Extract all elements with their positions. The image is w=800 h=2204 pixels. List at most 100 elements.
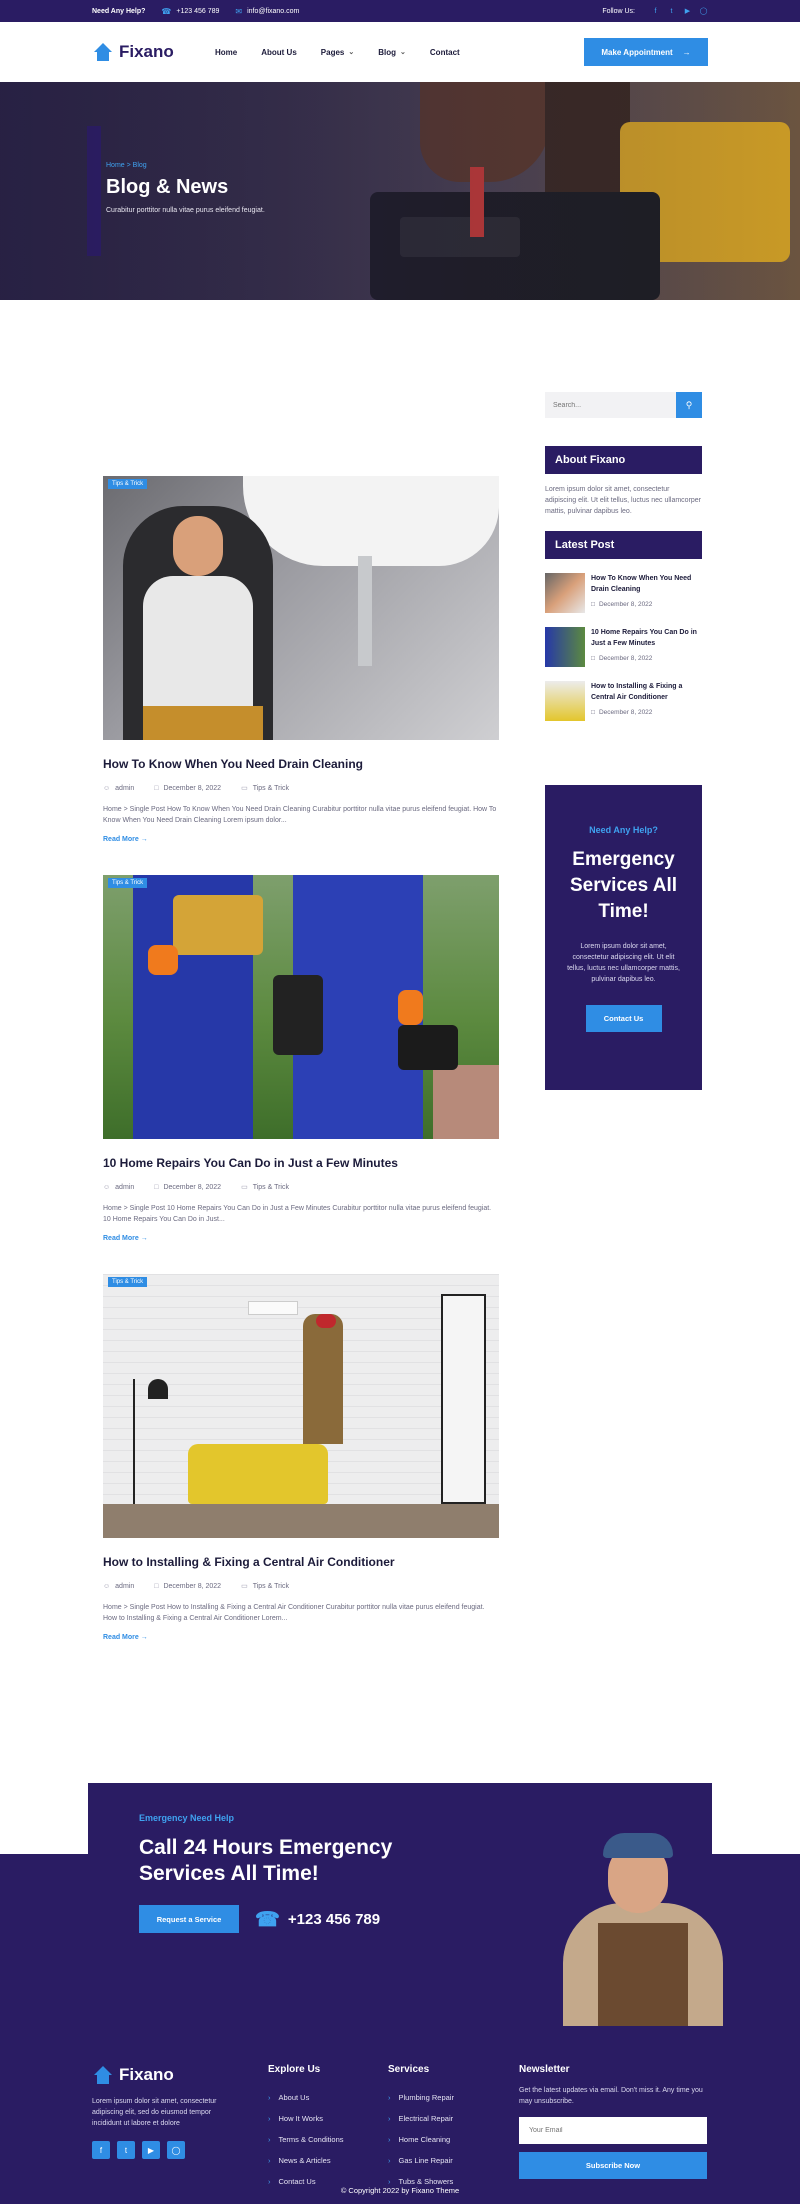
latest-post-item[interactable]: How To Know When You Need Drain Cleaning… — [545, 573, 702, 613]
topbar-email[interactable]: ✉ info@fixano.com — [235, 7, 299, 16]
nav-contact[interactable]: Contact — [430, 48, 460, 57]
post-excerpt: Home > Single Post How To Know When You … — [103, 806, 497, 824]
footer-link[interactable]: › How It Works — [268, 2114, 344, 2123]
read-more-link[interactable]: Read More → — [103, 1634, 499, 1641]
footer-link[interactable]: › Electrical Repair — [388, 2114, 454, 2123]
hero-banner: Home > Blog Blog & News Curabitur portti… — [0, 82, 800, 300]
post-image[interactable]: Tips & Trick — [103, 1274, 499, 1538]
footer-newsletter: Newsletter Get the latest updates via em… — [519, 2064, 709, 2179]
nav-pages[interactable]: Pages ⌄ — [321, 48, 354, 57]
latest-post-date-text: December 8, 2022 — [598, 601, 653, 608]
youtube-icon[interactable]: ▶ — [142, 2141, 160, 2159]
post-tag[interactable]: Tips & Trick — [108, 479, 148, 489]
youtube-icon[interactable]: ▶ — [683, 7, 692, 16]
facebook-icon[interactable]: f — [651, 7, 660, 16]
instagram-icon[interactable]: ◯ — [699, 7, 708, 16]
post-tag[interactable]: Tips & Trick — [108, 1277, 148, 1287]
search-button[interactable]: ⚲ — [676, 392, 702, 418]
twitter-icon[interactable]: t — [667, 7, 676, 16]
request-service-button[interactable]: Request a Service — [139, 1905, 239, 1933]
latest-post-item[interactable]: 10 Home Repairs You Can Do in Just a Few… — [545, 627, 702, 667]
logo-text: Fixano — [119, 42, 174, 61]
latest-post-item[interactable]: How to Installing & Fixing a Central Air… — [545, 681, 702, 721]
footer-link-label: Home Cleaning — [398, 2135, 451, 2144]
subscribe-button[interactable]: Subscribe Now — [519, 2152, 707, 2179]
facebook-icon[interactable]: f — [92, 2141, 110, 2159]
post-title[interactable]: How to Installing & Fixing a Central Air… — [103, 1555, 499, 1569]
post-category[interactable]: ▭ Tips & Trick — [241, 784, 289, 793]
phone-icon: ☎ — [255, 1908, 280, 1931]
about-widget: About Fixano Lorem ipsum dolor sit amet,… — [545, 446, 702, 517]
footer-link[interactable]: › Contact Us — [268, 2177, 344, 2186]
latest-post-thumb[interactable] — [545, 681, 585, 721]
post-image[interactable]: Tips & Trick — [103, 476, 499, 740]
footer-link[interactable]: › Gas Line Repair — [388, 2156, 454, 2165]
topbar-phone[interactable]: ☎ +123 456 789 — [161, 7, 219, 16]
footer-link[interactable]: › Plumbing Repair — [388, 2093, 454, 2102]
footer-logo-text: Fixano — [119, 2065, 174, 2084]
post-tag[interactable]: Tips & Trick — [108, 878, 148, 888]
topbar-left: Need Any Help? ☎ +123 456 789 ✉ info@fix… — [92, 7, 299, 16]
contact-us-button[interactable]: Contact Us — [585, 1005, 662, 1032]
search-input[interactable] — [545, 392, 676, 418]
page-title: Blog & News — [106, 176, 229, 198]
post-author[interactable]: ☺ admin — [103, 1582, 134, 1590]
logo-house-icon — [92, 2064, 114, 2086]
post-category[interactable]: ▭ Tips & Trick — [241, 1183, 289, 1192]
post-date-text: December 8, 2022 — [163, 1183, 222, 1191]
phone-icon: ☎ — [161, 6, 172, 16]
latest-post-thumb[interactable] — [545, 627, 585, 667]
footer-logo[interactable]: Fixano — [92, 2064, 232, 2086]
post-author[interactable]: ☺ admin — [103, 1183, 134, 1191]
cta-phone[interactable]: ☎ +123 456 789 — [255, 1905, 380, 1933]
nav-home[interactable]: Home — [215, 48, 237, 57]
newsletter-title: Newsletter — [519, 2064, 570, 2075]
emergency-title: Emergency Services All Time! — [569, 849, 678, 922]
footer-link-label: Tubs & Showers — [398, 2177, 454, 2186]
post-image[interactable]: Tips & Trick — [103, 875, 499, 1139]
chevron-right-icon: › — [268, 2177, 271, 2186]
calendar-icon: □ — [154, 1183, 159, 1191]
folder-icon: ▭ — [241, 1184, 248, 1191]
read-more-link[interactable]: Read More → — [103, 1235, 499, 1242]
post-author-text: admin — [115, 1183, 135, 1191]
post-category[interactable]: ▭ Tips & Trick — [241, 1582, 289, 1591]
logo[interactable]: Fixano — [92, 41, 195, 63]
chevron-right-icon: › — [388, 2177, 391, 2186]
breadcrumb-home[interactable]: Home — [106, 162, 125, 169]
post-author[interactable]: ☺ admin — [103, 784, 134, 792]
calendar-icon: □ — [591, 655, 595, 662]
hero-content: Home > Blog Blog & News Curabitur portti… — [106, 162, 265, 214]
post-title[interactable]: How To Know When You Need Drain Cleaning — [103, 757, 499, 771]
footer-link[interactable]: › Tubs & Showers — [388, 2177, 454, 2186]
latest-post-date: □ December 8, 2022 — [591, 601, 702, 608]
nav-about[interactable]: About Us — [261, 48, 297, 57]
main-nav: Home About Us Pages ⌄ Blog ⌄ Contact — [215, 48, 460, 57]
newsletter-email-input[interactable] — [519, 2117, 707, 2144]
post-category-text: Tips & Trick — [252, 1183, 289, 1191]
latest-post-title[interactable]: How To Know When You Need Drain Cleaning — [591, 573, 702, 595]
footer-link-label: Terms & Conditions — [278, 2135, 344, 2144]
read-more-link[interactable]: Read More → — [103, 836, 499, 843]
latest-post-title[interactable]: How to Installing & Fixing a Central Air… — [591, 681, 702, 703]
post-date: □ December 8, 2022 — [154, 1582, 221, 1590]
blog-post: Tips & Trick 10 Home Repairs You Can Do … — [103, 875, 499, 1242]
twitter-icon[interactable]: t — [117, 2141, 135, 2159]
footer-link[interactable]: › Home Cleaning — [388, 2135, 454, 2144]
instagram-icon[interactable]: ◯ — [167, 2141, 185, 2159]
footer-link[interactable]: › Terms & Conditions — [268, 2135, 344, 2144]
nav-blog[interactable]: Blog ⌄ — [378, 48, 406, 57]
latest-post-title[interactable]: 10 Home Repairs You Can Do in Just a Few… — [591, 627, 702, 649]
logo-house-icon — [92, 41, 114, 63]
calendar-icon: □ — [154, 784, 159, 792]
footer-link[interactable]: › About Us — [268, 2093, 344, 2102]
chevron-right-icon: › — [268, 2114, 271, 2123]
post-category-text: Tips & Trick — [252, 784, 289, 792]
post-title[interactable]: 10 Home Repairs You Can Do in Just a Few… — [103, 1156, 499, 1170]
make-appointment-button[interactable]: Make Appointment → — [584, 38, 708, 66]
nav-pages-label: Pages — [320, 47, 345, 57]
latest-post-thumb[interactable] — [545, 573, 585, 613]
emergency-cta: Emergency Need Help Call 24 Hours Emerge… — [88, 1783, 723, 2026]
post-meta: ☺ admin □ December 8, 2022 ▭ Tips & Trick — [103, 1582, 499, 1591]
footer-link[interactable]: › News & Articles — [268, 2156, 344, 2165]
